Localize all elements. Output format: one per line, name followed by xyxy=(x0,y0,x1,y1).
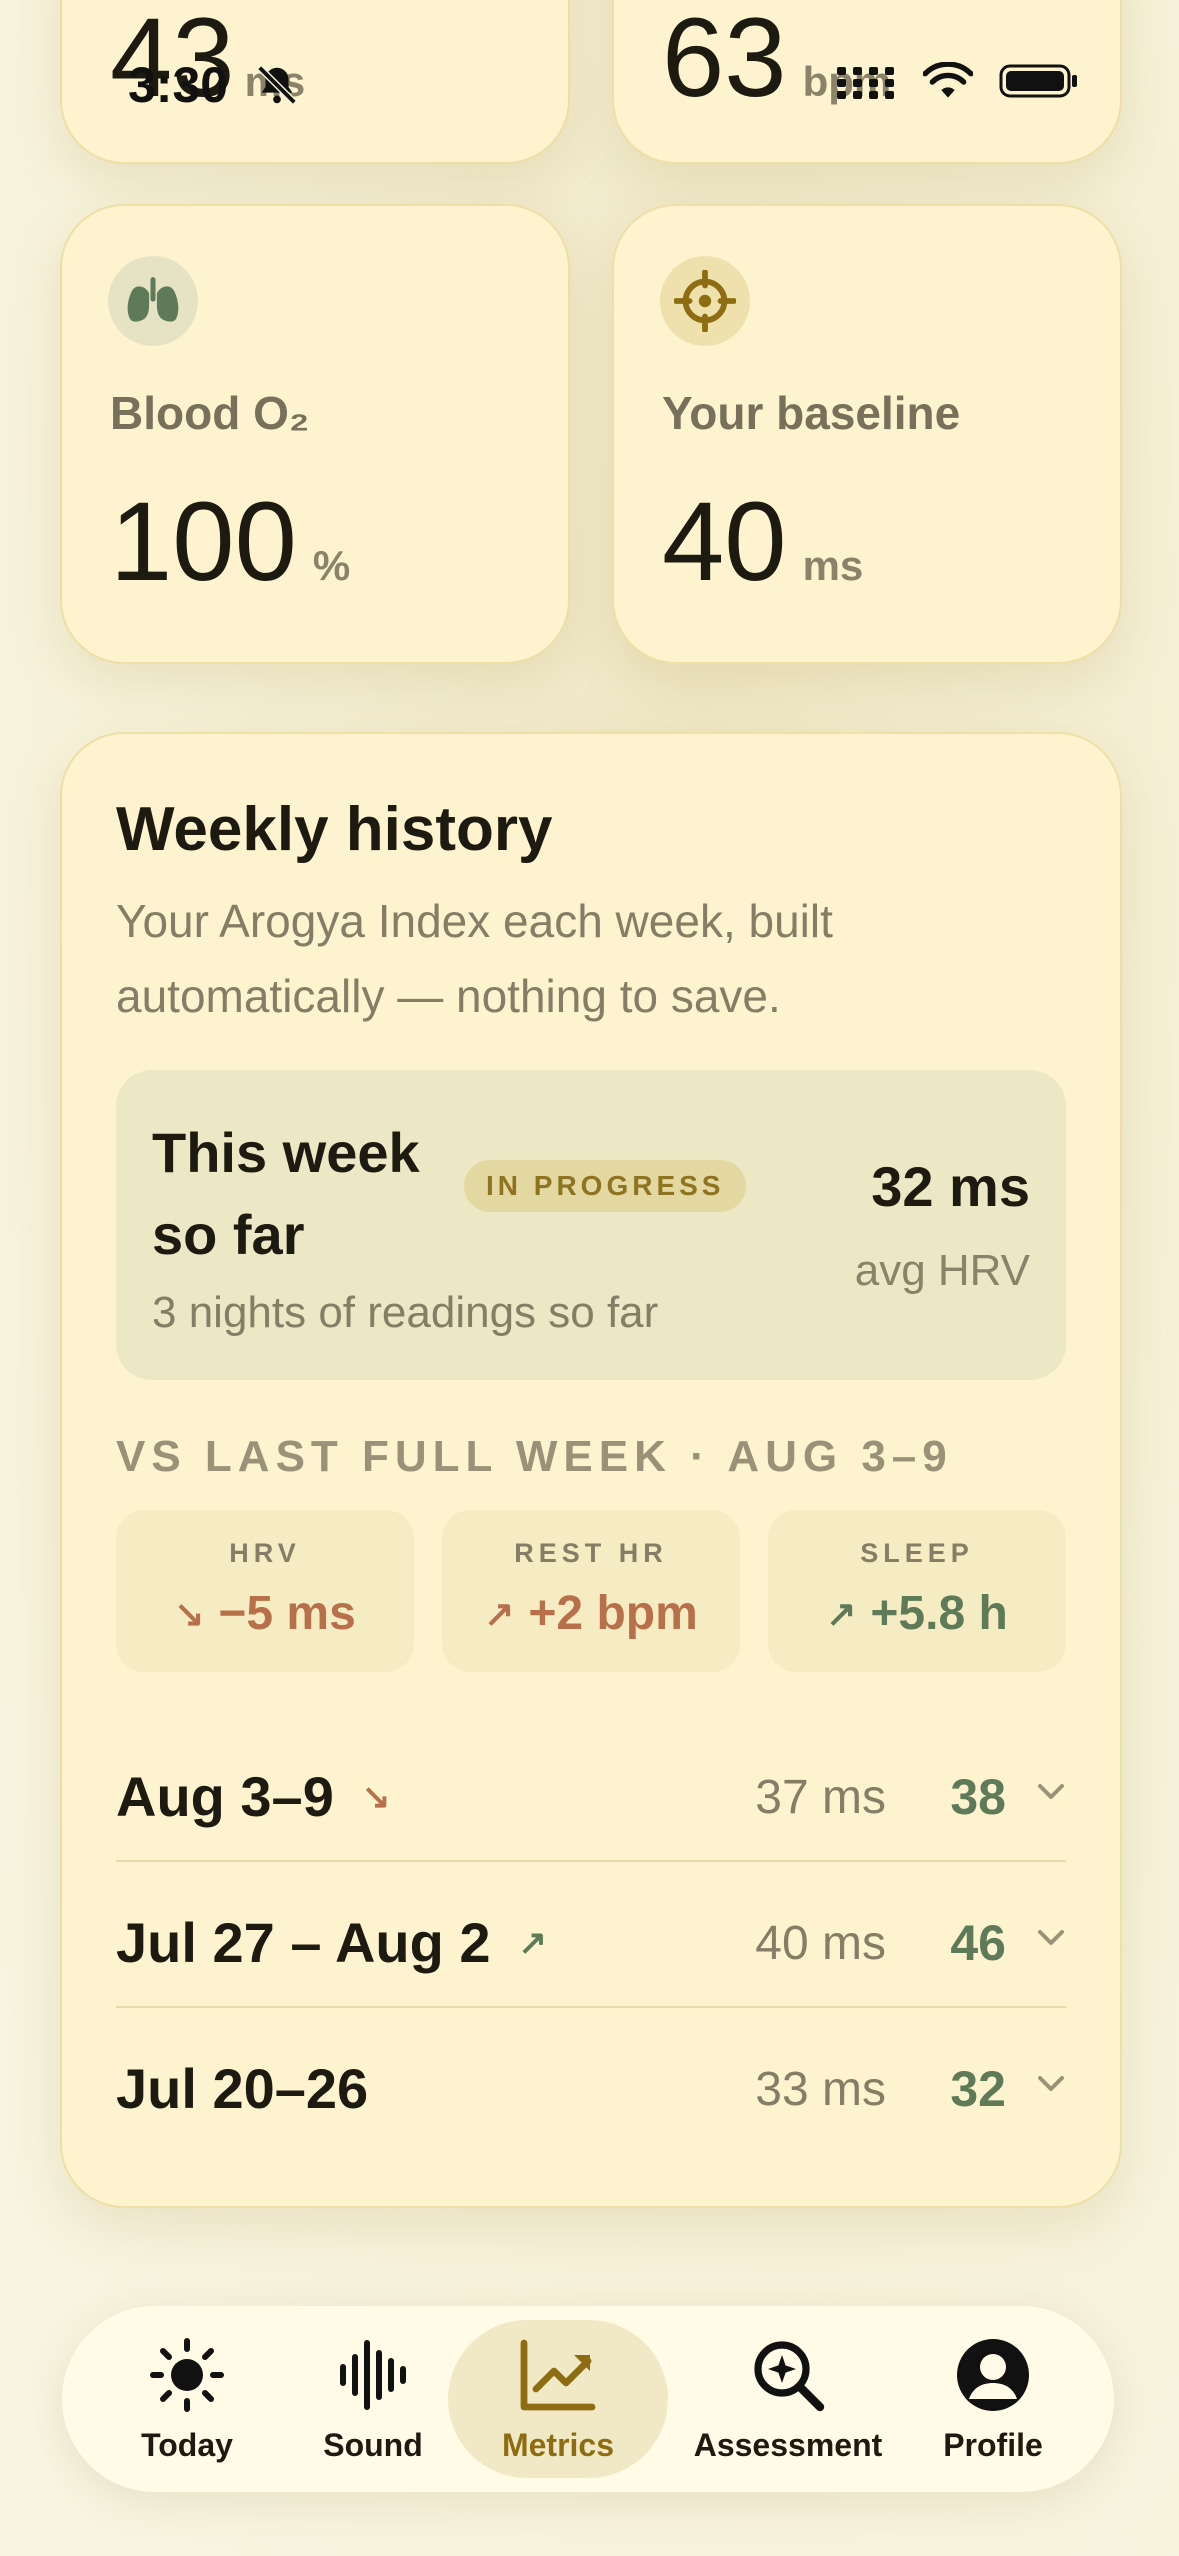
row-divider xyxy=(116,1860,1066,1862)
chart-icon xyxy=(520,2339,596,2410)
week-date: Jul 20–26 xyxy=(116,2057,369,2120)
week-row[interactable]: Jul 20–26 33 ms 32 xyxy=(116,2016,1066,2162)
in-progress-badge: IN PROGRESS xyxy=(464,1160,747,1212)
magnifier-icon xyxy=(754,2340,825,2411)
tab-sound-label: Sound xyxy=(323,2426,423,2463)
delta-hrv-name: HRV xyxy=(229,1538,301,1568)
delta-rest-hr: REST HR ↗ +2 bpm xyxy=(442,1510,740,1672)
week-date: Jul 27 – Aug 2 xyxy=(116,1911,491,1974)
this-week-nights: 3 nights of readings so far xyxy=(152,1288,659,1337)
this-week-summary[interactable]: This week so far IN PROGRESS 3 nights of… xyxy=(116,1070,1066,1380)
trend-up-icon: ↗ xyxy=(484,1592,515,1634)
tab-metrics[interactable]: Metrics xyxy=(448,2320,668,2478)
delta-rest-hr-value: +2 bpm xyxy=(528,1587,698,1640)
target-icon xyxy=(660,256,750,346)
week-score: 46 xyxy=(950,1915,1006,1971)
baseline-card[interactable]: Your baseline 40 ms xyxy=(612,204,1122,664)
chevron-down-icon[interactable] xyxy=(1036,1928,1066,1953)
baseline-label: Your baseline xyxy=(662,387,961,439)
this-week-hrv: 32 ms xyxy=(871,1155,1030,1218)
blood-o2-card[interactable]: Blood O₂ 100% xyxy=(60,204,570,664)
tab-assessment-label: Assessment xyxy=(693,2426,883,2463)
chevron-down-icon[interactable] xyxy=(1036,1782,1066,1807)
week-score: 38 xyxy=(950,1769,1006,1825)
trend-down-icon: ↘ xyxy=(361,1777,391,1816)
person-icon xyxy=(957,2338,1029,2411)
tab-today[interactable]: Today xyxy=(122,2306,252,2492)
status-icons xyxy=(837,62,1079,100)
delta-rest-hr-name: REST HR xyxy=(514,1538,668,1568)
week-date: Aug 3–9 xyxy=(116,1765,334,1828)
delta-hrv-value: −5 ms xyxy=(218,1587,356,1640)
lungs-icon xyxy=(108,256,198,346)
delta-sleep-value: +5.8 h xyxy=(870,1587,1008,1640)
blood-o2-value: 100% xyxy=(110,479,351,604)
week-hrv: 33 ms xyxy=(755,2063,886,2116)
baseline-value: 40 ms xyxy=(662,479,864,604)
week-hrv: 40 ms xyxy=(755,1917,886,1970)
tab-assessment[interactable]: Assessment xyxy=(678,2306,898,2492)
week-hrv: 37 ms xyxy=(755,1771,886,1824)
weekly-history-subtitle: Your Arogya Index each week, built autom… xyxy=(116,895,833,1022)
week-row[interactable]: Aug 3–9 ↘ 37 ms 38 xyxy=(116,1724,1066,1870)
silent-bell-icon xyxy=(254,62,300,113)
this-week-hrv-label: avg HRV xyxy=(854,1246,1030,1295)
delta-sleep-name: SLEEP xyxy=(860,1538,974,1568)
tab-profile-label: Profile xyxy=(943,2426,1043,2463)
trend-up-icon: ↗ xyxy=(826,1592,857,1634)
wifi-icon xyxy=(923,62,973,98)
delta-hrv: HRV ↘ −5 ms xyxy=(116,1510,414,1672)
battery-icon xyxy=(999,64,1077,98)
sun-icon xyxy=(150,2337,224,2412)
week-row[interactable]: Jul 27 – Aug 2 ↗ 40 ms 46 xyxy=(116,1870,1066,2016)
weekly-history-card: Weekly history Your Arogya Index each we… xyxy=(60,732,1122,2208)
delta-sleep: SLEEP ↗ +5.8 h xyxy=(768,1510,1066,1672)
weekly-history-title: Weekly history xyxy=(116,795,553,864)
chevron-down-icon[interactable] xyxy=(1036,2074,1066,2099)
week-score: 32 xyxy=(950,2061,1006,2117)
vs-last-week-label: VS LAST FULL WEEK · AUG 3–9 xyxy=(116,1432,953,1481)
row-divider xyxy=(116,2006,1066,2008)
blood-o2-label: Blood O₂ xyxy=(110,387,310,439)
tab-sound[interactable]: Sound xyxy=(308,2306,438,2492)
tab-today-label: Today xyxy=(141,2426,233,2463)
this-week-title: This week so far xyxy=(152,1121,420,1266)
signal-icon xyxy=(837,67,894,99)
status-time: 3:30 xyxy=(128,57,229,113)
tab-profile[interactable]: Profile xyxy=(928,2306,1058,2492)
tab-metrics-label: Metrics xyxy=(501,2426,615,2463)
waveform-icon xyxy=(340,2339,406,2410)
tab-bar: Today Sound Metrics Assessment Profile xyxy=(62,2306,1114,2492)
trend-up-icon: ↗ xyxy=(518,1923,548,1962)
trend-down-icon: ↘ xyxy=(174,1592,205,1634)
